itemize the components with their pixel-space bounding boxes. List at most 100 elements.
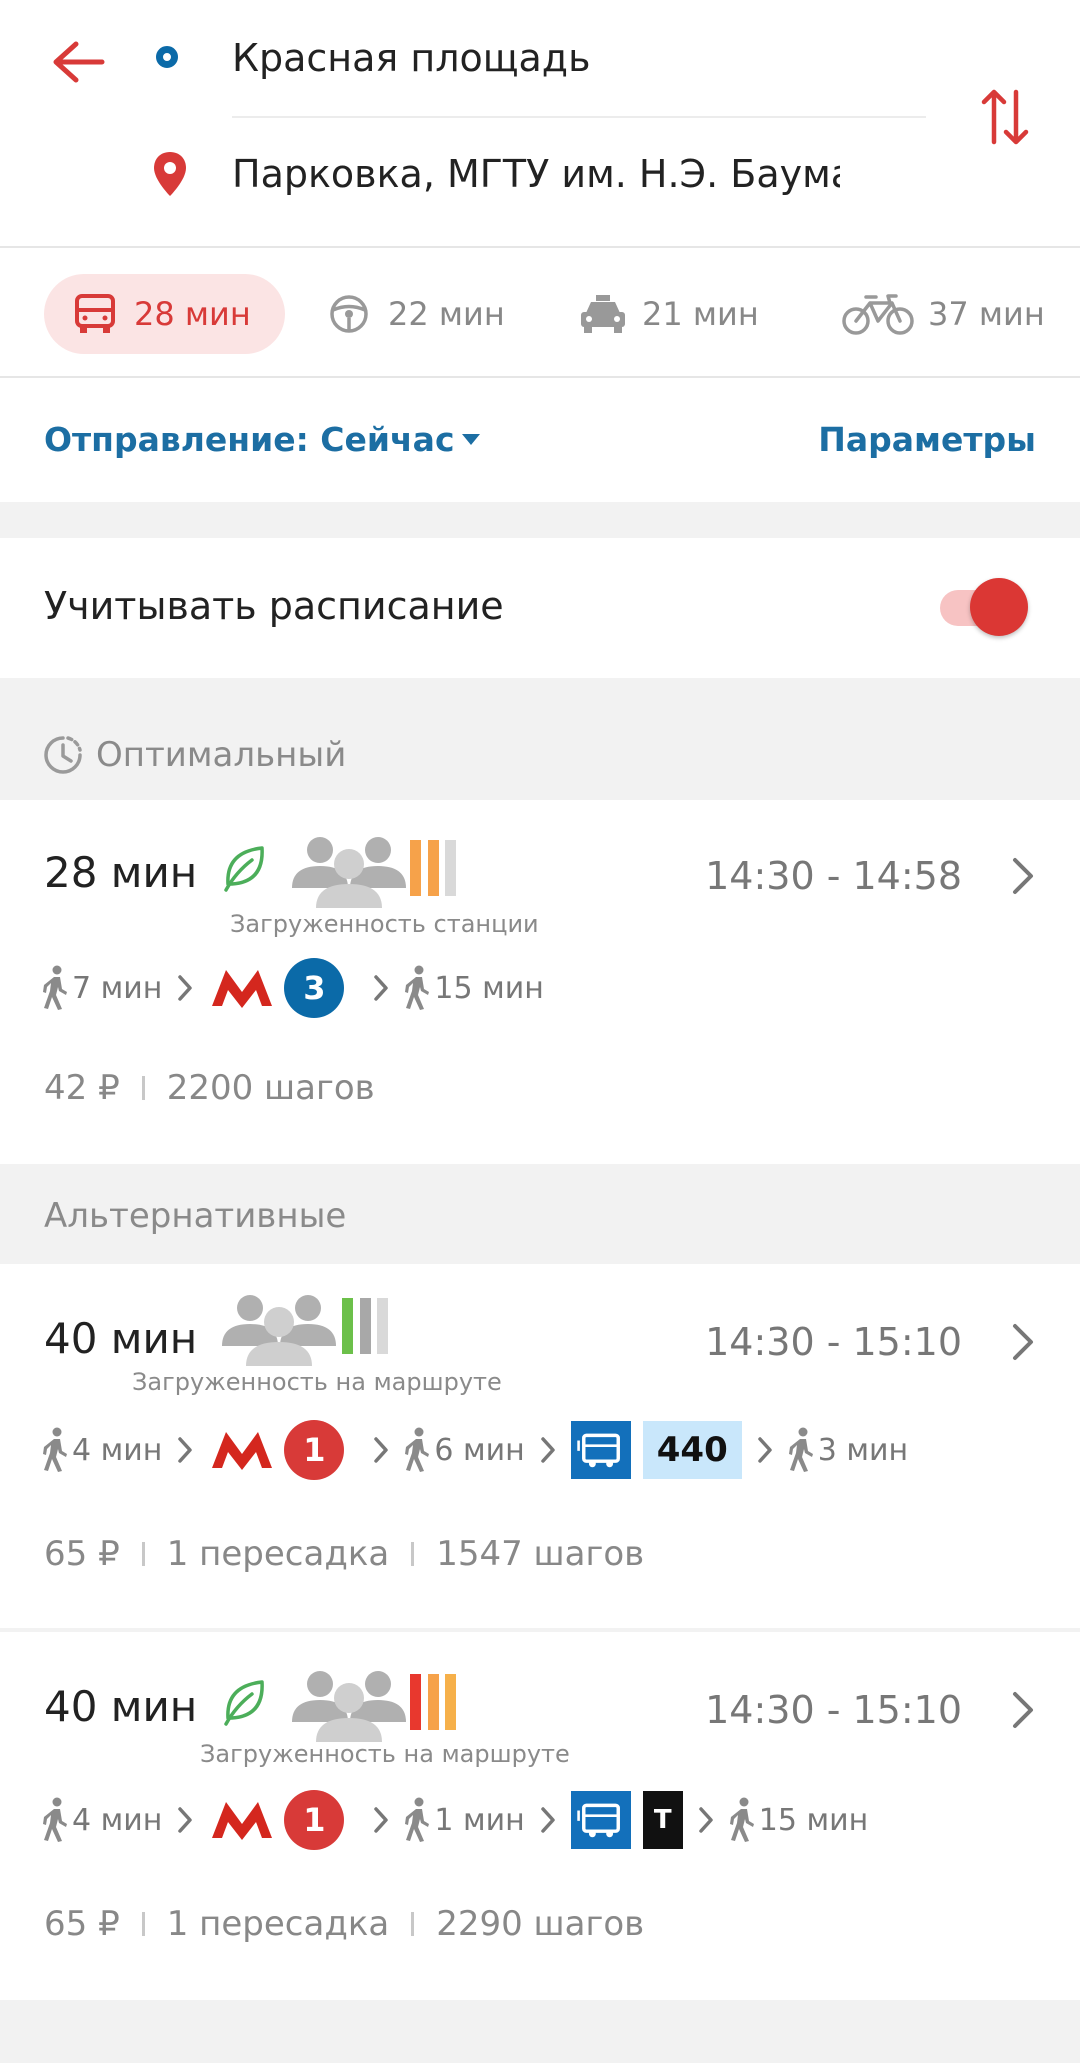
walk-leg: 6 мин xyxy=(404,1427,525,1473)
back-arrow-icon[interactable] xyxy=(50,38,106,86)
load-bar xyxy=(445,840,456,896)
crowd-icon xyxy=(288,1666,410,1742)
load-bar xyxy=(410,1674,421,1730)
tram-badge: Т xyxy=(642,1791,683,1849)
route-card[interactable]: 40 мин Загруженность на маршруте 14:30 -… xyxy=(0,1264,1080,1628)
walk-time: 15 мин xyxy=(758,1802,869,1838)
chevron-right-icon xyxy=(176,1806,194,1834)
load-bar xyxy=(410,840,421,896)
chevron-right-icon xyxy=(756,1436,774,1464)
origin-field[interactable]: Красная площадь xyxy=(232,36,590,80)
metro-icon xyxy=(212,1800,272,1840)
schedule-row: Учитывать расписание xyxy=(0,538,1080,678)
chevron-right-icon xyxy=(176,974,194,1002)
bus-route-number: 440 xyxy=(642,1421,742,1479)
metro-line-badge: 3 xyxy=(284,958,345,1018)
schedule-toggle-knob[interactable] xyxy=(970,578,1028,636)
divider xyxy=(141,1912,145,1936)
bus-badge xyxy=(570,1421,631,1479)
destination-pin-icon xyxy=(154,152,186,196)
mode-tab-public-transport[interactable]: 28 мин xyxy=(44,274,285,354)
swap-directions-icon[interactable] xyxy=(980,86,1030,148)
mode-time: 28 мин xyxy=(134,295,251,333)
load-label: Загруженность на маршруте xyxy=(200,1740,570,1768)
route-legs: 4 мин 1 1 мин Т 15 мин xyxy=(42,1788,868,1852)
load-bar xyxy=(342,1298,353,1354)
route-duration: 40 мин xyxy=(44,1682,198,1731)
load-bar xyxy=(427,1674,439,1730)
load-bar xyxy=(427,840,439,896)
walk-time: 15 мин xyxy=(434,970,544,1006)
route-meta: 65 ₽ 1 пересадка 2290 шагов xyxy=(44,1904,644,1944)
divider xyxy=(411,1912,415,1936)
departure-time-selector[interactable]: Отправление: Сейчас xyxy=(44,420,455,459)
clock-icon xyxy=(44,736,82,774)
route-times: 14:30 - 15:10 xyxy=(705,1688,962,1732)
metro-icon xyxy=(212,1430,272,1470)
route-price: 65 ₽ xyxy=(44,1534,120,1574)
mode-tab-taxi[interactable]: 21 мин xyxy=(578,274,759,354)
eco-leaf-icon xyxy=(222,1678,266,1726)
route-transfers: 1 пересадка xyxy=(166,1534,390,1574)
chevron-right-icon[interactable] xyxy=(1010,1322,1036,1362)
walk-leg: 3 мин xyxy=(788,1427,908,1473)
route-card[interactable]: 40 мин Загруженность на маршруте 14:30 -… xyxy=(0,1632,1080,2000)
walk-icon xyxy=(42,1797,68,1843)
section-alternatives-header: Альтернативные xyxy=(44,1196,347,1236)
chevron-right-icon xyxy=(539,1806,557,1834)
walk-leg: 4 мин xyxy=(42,1797,162,1843)
route-steps: 2200 шагов xyxy=(166,1068,375,1108)
divider xyxy=(141,1076,145,1100)
bicycle-icon xyxy=(842,294,914,335)
bus-icon xyxy=(575,1425,627,1475)
walk-icon xyxy=(404,965,430,1011)
load-indicator xyxy=(342,1298,388,1354)
mode-tab-bicycle[interactable]: 37 мин xyxy=(842,274,1045,354)
parameters-link[interactable]: Параметры xyxy=(818,420,1036,459)
load-label: Загруженность станции xyxy=(230,910,539,938)
chevron-right-icon[interactable] xyxy=(1010,856,1036,896)
caret-down-icon[interactable] xyxy=(462,434,480,445)
mode-time: 22 мин xyxy=(388,295,505,333)
walk-icon xyxy=(729,1797,755,1843)
walk-icon xyxy=(42,1427,68,1473)
walk-time: 3 мин xyxy=(817,1432,909,1468)
load-indicator xyxy=(410,1674,456,1730)
walk-time: 1 мин xyxy=(434,1802,525,1838)
walk-time: 4 мин xyxy=(72,1432,163,1468)
mode-tab-car[interactable]: 22 мин xyxy=(324,274,505,354)
metro-line-badge: 1 xyxy=(284,1420,345,1480)
walk-icon xyxy=(404,1427,430,1473)
chevron-right-icon xyxy=(372,1806,390,1834)
section-title: Оптимальный xyxy=(96,735,347,775)
taxi-icon xyxy=(581,295,625,333)
route-price: 65 ₽ xyxy=(44,1904,120,1944)
route-times: 14:30 - 14:58 xyxy=(705,854,962,898)
route-transfers: 1 пересадка xyxy=(166,1904,390,1944)
walk-icon xyxy=(788,1427,814,1473)
origin-dot-icon xyxy=(156,46,178,68)
route-legs: 4 мин 1 6 мин 440 3 мин xyxy=(42,1418,908,1482)
route-times: 14:30 - 15:10 xyxy=(705,1320,962,1364)
mode-time: 21 мин xyxy=(642,295,759,333)
trolleybus-icon xyxy=(575,1795,627,1845)
load-bar xyxy=(359,1298,371,1354)
bus-icon xyxy=(75,294,115,333)
destination-field[interactable]: Парковка, МГТУ им. Н.Э. Баумана xyxy=(232,152,840,196)
route-card[interactable]: 28 мин Загруженность станции 14:30 - 14:… xyxy=(0,800,1080,1164)
load-bar xyxy=(377,1298,388,1354)
chevron-right-icon[interactable] xyxy=(1010,1690,1036,1730)
metro-line-badge: 1 xyxy=(284,1790,345,1850)
chevron-right-icon xyxy=(372,1436,390,1464)
walk-icon xyxy=(404,1797,430,1843)
walk-leg: 15 мин xyxy=(729,1797,868,1843)
route-meta: 65 ₽ 1 пересадка 1547 шагов xyxy=(44,1534,644,1574)
route-header: Красная площадь Парковка, МГТУ им. Н.Э. … xyxy=(0,0,1080,246)
divider xyxy=(411,1542,415,1566)
route-duration: 28 мин xyxy=(44,848,198,897)
mode-time: 37 мин xyxy=(928,295,1045,333)
route-duration: 40 мин xyxy=(44,1314,198,1363)
route-steps: 1547 шагов xyxy=(436,1534,645,1574)
chevron-right-icon xyxy=(176,1436,194,1464)
chevron-right-icon xyxy=(697,1806,715,1834)
